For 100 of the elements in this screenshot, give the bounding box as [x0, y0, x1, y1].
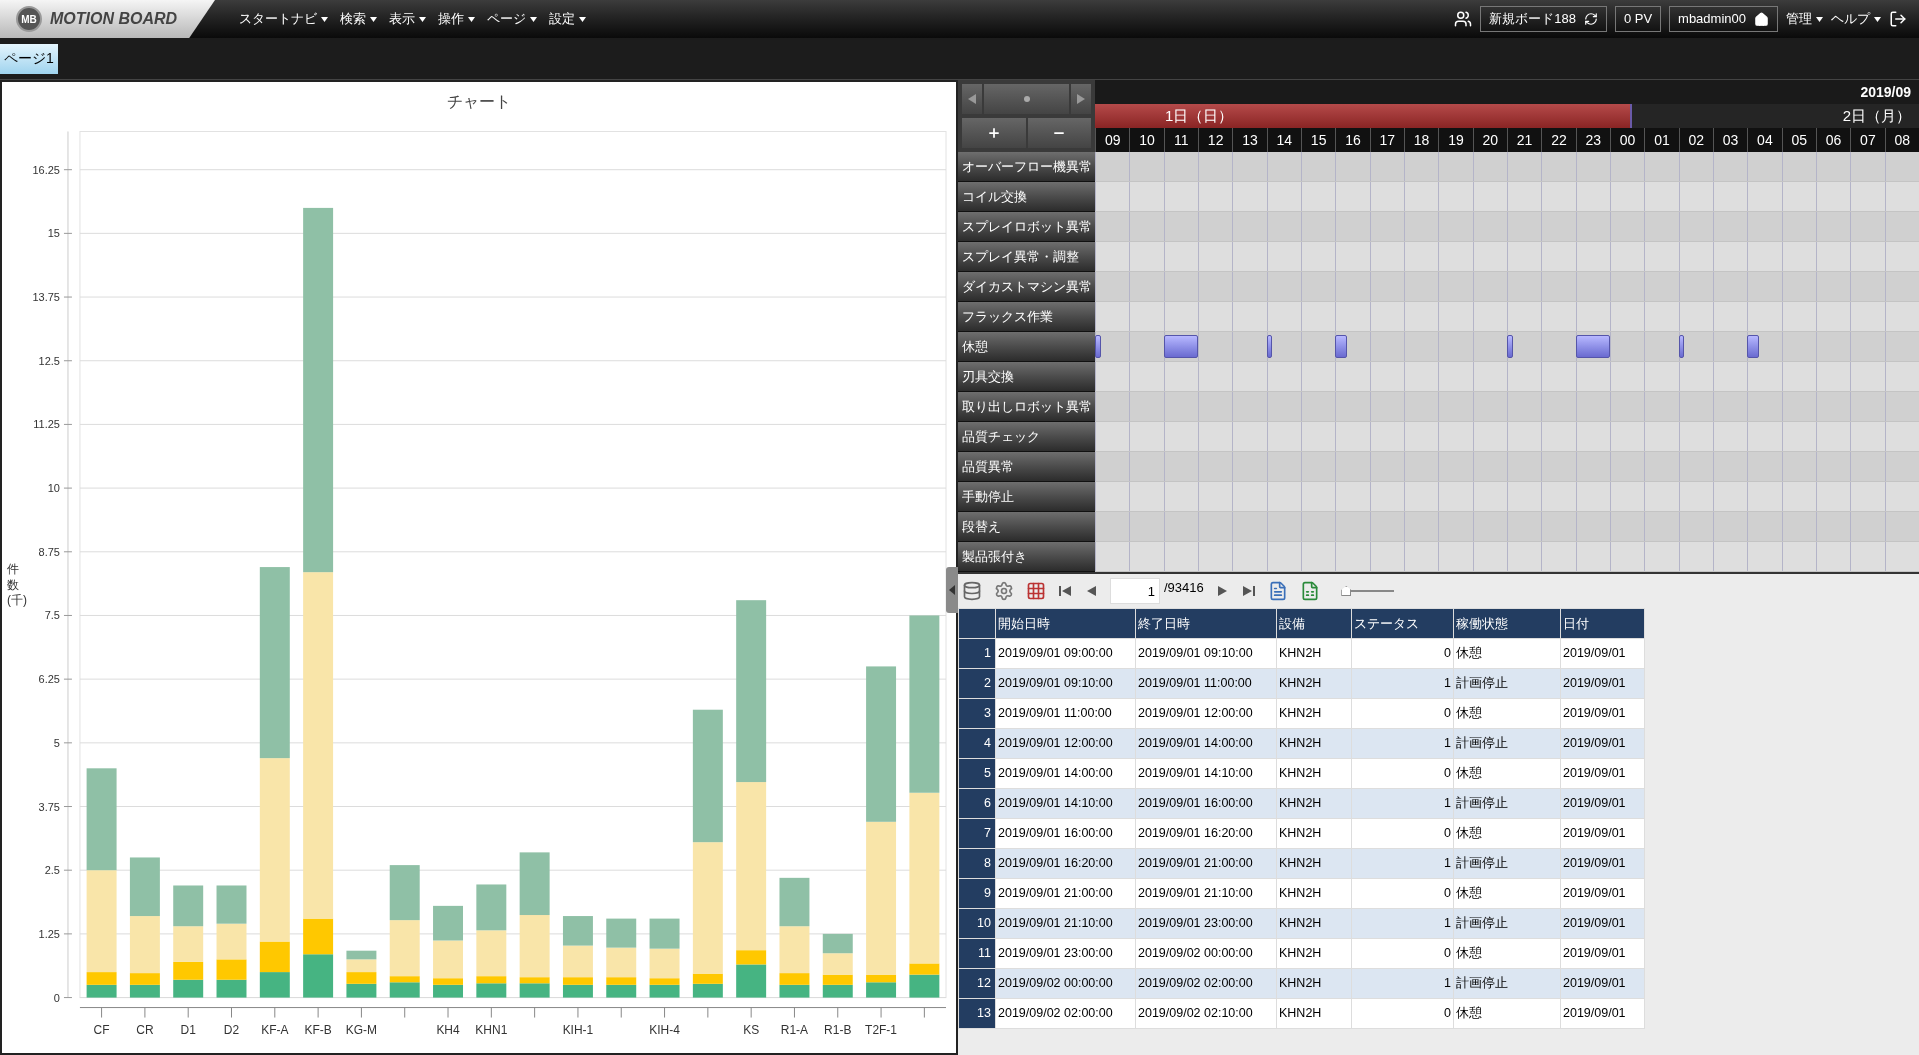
bar-segment	[433, 905, 463, 941]
y-tick-label: 5	[53, 736, 60, 749]
y-tick-label: 10	[47, 482, 60, 495]
category-label: 休憩	[958, 332, 1095, 362]
table-cell: 2019/09/01 21:10:00	[995, 908, 1136, 939]
bar-segment	[606, 918, 637, 948]
table-cell: 2019/09/01 12:00:00	[995, 728, 1136, 759]
x-tick-label: CR	[136, 1022, 154, 1037]
y-tick-label: 12.5	[38, 354, 60, 367]
row-number: 1	[958, 638, 996, 669]
collapse-handle[interactable]	[946, 567, 958, 613]
bar-segment	[562, 916, 593, 946]
category-label: 刃具交換	[958, 362, 1095, 392]
bar-segment	[303, 954, 334, 998]
row-number: 7	[958, 818, 996, 849]
y-tick-label: 2.5	[44, 864, 60, 877]
table-cell: KHN2H	[1276, 848, 1352, 879]
table-cell: 2019/09/01 14:10:00	[995, 788, 1136, 819]
x-tick-label: KS	[743, 1022, 760, 1037]
table-cell: KHN2H	[1276, 908, 1352, 939]
menu-item[interactable]: 操作	[438, 9, 475, 29]
x-tick-label: KIH-4	[649, 1022, 680, 1037]
table-cell: 2019/09/01 12:00:00	[1135, 698, 1277, 729]
page-field[interactable]: 1	[1110, 578, 1160, 604]
bar-segment	[173, 885, 204, 927]
bar-segment	[129, 857, 160, 917]
page-tab[interactable]: ページ1	[0, 43, 58, 74]
table-cell: 2019/09/02 02:10:00	[1135, 998, 1277, 1029]
column-header[interactable]: 終了日時	[1135, 608, 1277, 639]
y-tick-label: 15	[47, 227, 60, 240]
timeline-scroll-slider[interactable]	[984, 84, 1069, 114]
table-cell: 2019/09/01	[1560, 788, 1645, 819]
slider-thumb[interactable]	[1341, 586, 1352, 596]
zoom-slider[interactable]	[1343, 586, 1394, 596]
timeline-bar[interactable]	[1095, 335, 1101, 358]
table-cell: 1	[1351, 728, 1454, 759]
slider-thumb[interactable]	[1023, 96, 1030, 102]
timeline-bar[interactable]	[1575, 335, 1610, 358]
row-number: 11	[958, 938, 996, 969]
table-cell: 2019/09/01 16:00:00	[995, 818, 1136, 849]
menu-item[interactable]: 設定	[549, 9, 586, 29]
menu-item[interactable]: 表示	[389, 9, 426, 29]
menu-item[interactable]: スタートナビ	[239, 9, 328, 29]
timeline-bar[interactable]	[1163, 335, 1198, 358]
table-cell: 計画停止	[1453, 968, 1561, 999]
table-cell: 休憩	[1453, 998, 1561, 1029]
table-cell: 2019/09/01	[1560, 938, 1645, 969]
table-cell: 休憩	[1453, 818, 1561, 849]
timeline-bar[interactable]	[1266, 335, 1273, 358]
menu-item[interactable]: ページ	[487, 9, 537, 29]
last-page-icon[interactable]	[1241, 585, 1256, 597]
caret-icon	[1874, 16, 1881, 22]
bar-segment	[346, 950, 377, 960]
user-name[interactable]: mbadmin00	[1678, 9, 1746, 29]
bar-segment	[346, 972, 377, 984]
row-number: 5	[958, 758, 996, 789]
table-cell: 2019/09/01	[1560, 728, 1645, 759]
first-page-icon[interactable]	[1058, 585, 1072, 597]
table-cell: 2019/09/01	[1560, 638, 1645, 669]
x-tick-label: KIH-1	[562, 1022, 594, 1037]
menu-item[interactable]: ヘルプ	[1831, 9, 1881, 29]
scroll-right-button[interactable]	[1071, 84, 1091, 114]
menu-item[interactable]: 検索	[340, 9, 377, 29]
scroll-left-button[interactable]	[962, 84, 982, 114]
table-cell: 休憩	[1453, 758, 1561, 789]
refresh-icon[interactable]	[1583, 12, 1598, 26]
logo-badge: MB	[16, 6, 42, 32]
row-number: 13	[958, 998, 996, 1029]
timeline-bar[interactable]	[1678, 335, 1685, 358]
table-cell: 2019/09/01 09:10:00	[1135, 638, 1277, 669]
settings-icon[interactable]	[994, 581, 1014, 601]
timeline-bar[interactable]	[1747, 335, 1759, 358]
x-tick-label: KF-A	[261, 1022, 289, 1037]
home-icon[interactable]	[1754, 11, 1769, 27]
table-cell: 0	[1351, 938, 1454, 969]
table-cell: 2019/09/01	[1560, 968, 1645, 999]
column-header[interactable]: 日付	[1560, 608, 1645, 639]
table-cell: KHN2H	[1276, 758, 1352, 789]
x-tick-label: KH4	[436, 1022, 460, 1037]
timeline-bar[interactable]	[1507, 335, 1513, 358]
table-icon[interactable]	[1026, 581, 1046, 601]
x-tick-label: KHN1	[475, 1022, 508, 1037]
y-tick-label: 1.25	[38, 927, 60, 940]
database-icon[interactable]	[962, 581, 982, 601]
column-header[interactable]: 開始日時	[995, 608, 1136, 639]
table-cell: 1	[1351, 968, 1454, 999]
column-header[interactable]: 稼働状態	[1453, 608, 1561, 639]
row-number: 8	[958, 848, 996, 879]
table-cell: 0	[1351, 698, 1454, 729]
header-cell	[958, 608, 996, 639]
column-header[interactable]: 設備	[1276, 608, 1352, 639]
category-label: 製品張付き	[958, 542, 1095, 572]
row-number: 10	[958, 908, 996, 939]
board-name[interactable]: 新規ボード188	[1489, 9, 1576, 29]
timeline-bar[interactable]	[1335, 335, 1347, 358]
people-icon[interactable]	[1454, 10, 1473, 28]
logout-icon[interactable]	[1889, 10, 1907, 28]
table-cell: 2019/09/01 14:10:00	[1135, 758, 1277, 789]
menu-item[interactable]: 管理	[1786, 9, 1823, 29]
column-header[interactable]: ステータス	[1351, 608, 1454, 639]
